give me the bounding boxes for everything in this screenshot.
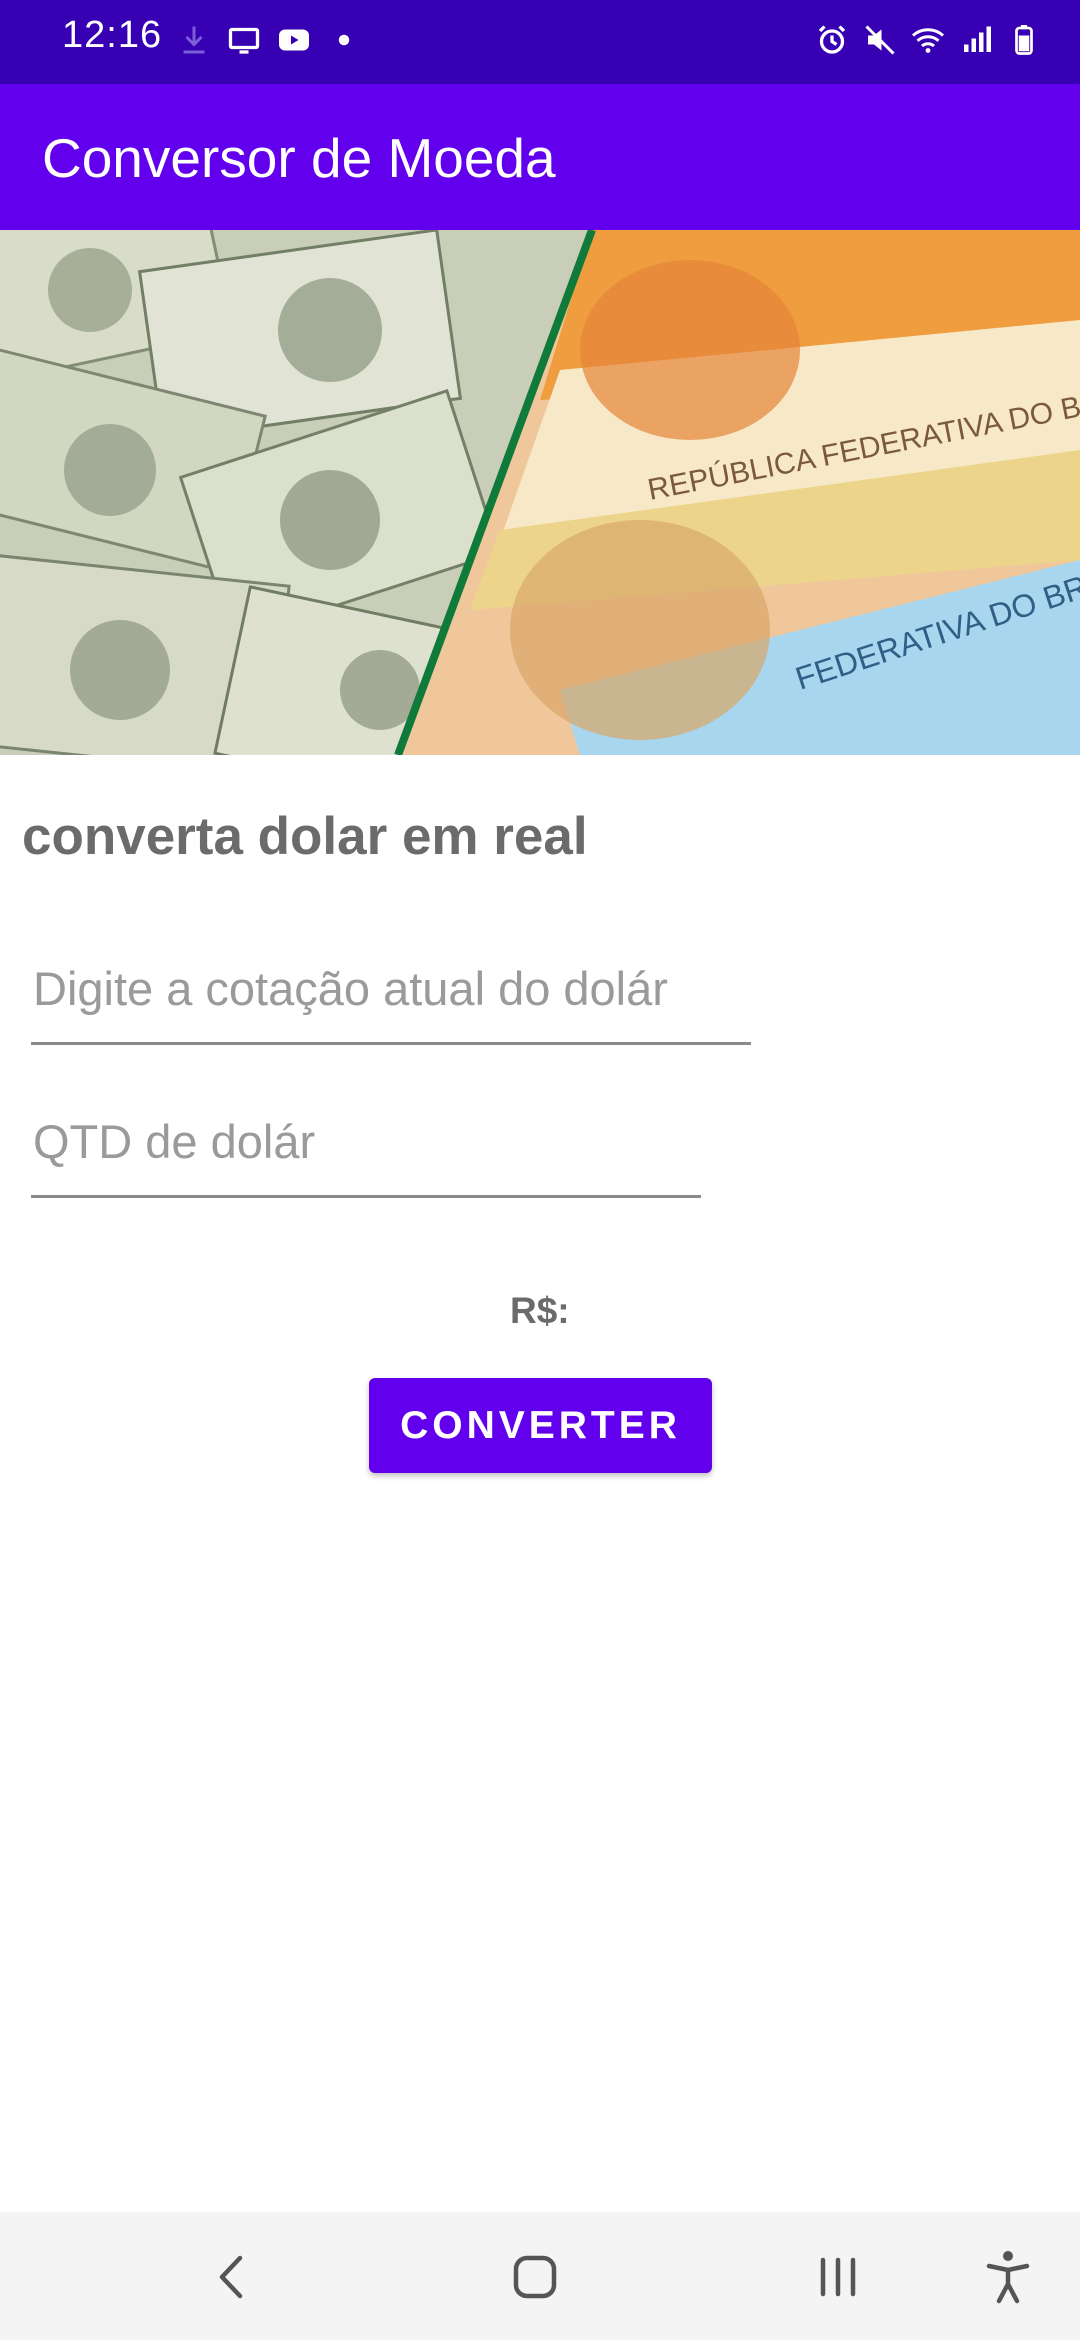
convert-button[interactable]: CONVERTER [369,1378,712,1473]
status-notification-icons [176,22,362,58]
status-time: 12:16 [62,14,163,56]
converter-heading: converta dolar em real [22,807,588,866]
rate-input[interactable] [31,935,751,1042]
qty-field[interactable] [31,1088,701,1198]
rate-field[interactable] [31,935,751,1045]
youtube-icon [279,29,309,51]
battery-icon [1015,25,1033,55]
home-button[interactable] [500,2242,570,2312]
cast-icon [228,27,260,54]
status-bar: 12:16 [0,0,1080,84]
qty-input[interactable] [31,1088,701,1195]
app-bar: Conversor de Moeda [0,84,1080,230]
back-icon [219,2255,243,2299]
accessibility-icon [986,2251,1030,2304]
download-icon [183,26,205,54]
currency-banner-image: REPÚBLICA FEDERATIVA DO BRASIL FEDERATIV… [0,230,1080,755]
home-icon [513,2255,557,2299]
mute-icon [865,25,895,55]
alarm-icon [818,25,846,54]
back-button[interactable] [197,2242,267,2312]
wifi-icon [912,28,944,53]
signal-icon [964,26,991,52]
app-title: Conversor de Moeda [42,127,556,189]
recents-button[interactable] [803,2242,873,2312]
dot-icon [338,34,350,46]
recents-icon [820,2257,856,2297]
status-system-icons [814,22,1042,58]
result-label: R$: [510,1290,570,1331]
accessibility-button[interactable] [973,2242,1043,2312]
system-nav-bar [0,2212,1080,2340]
